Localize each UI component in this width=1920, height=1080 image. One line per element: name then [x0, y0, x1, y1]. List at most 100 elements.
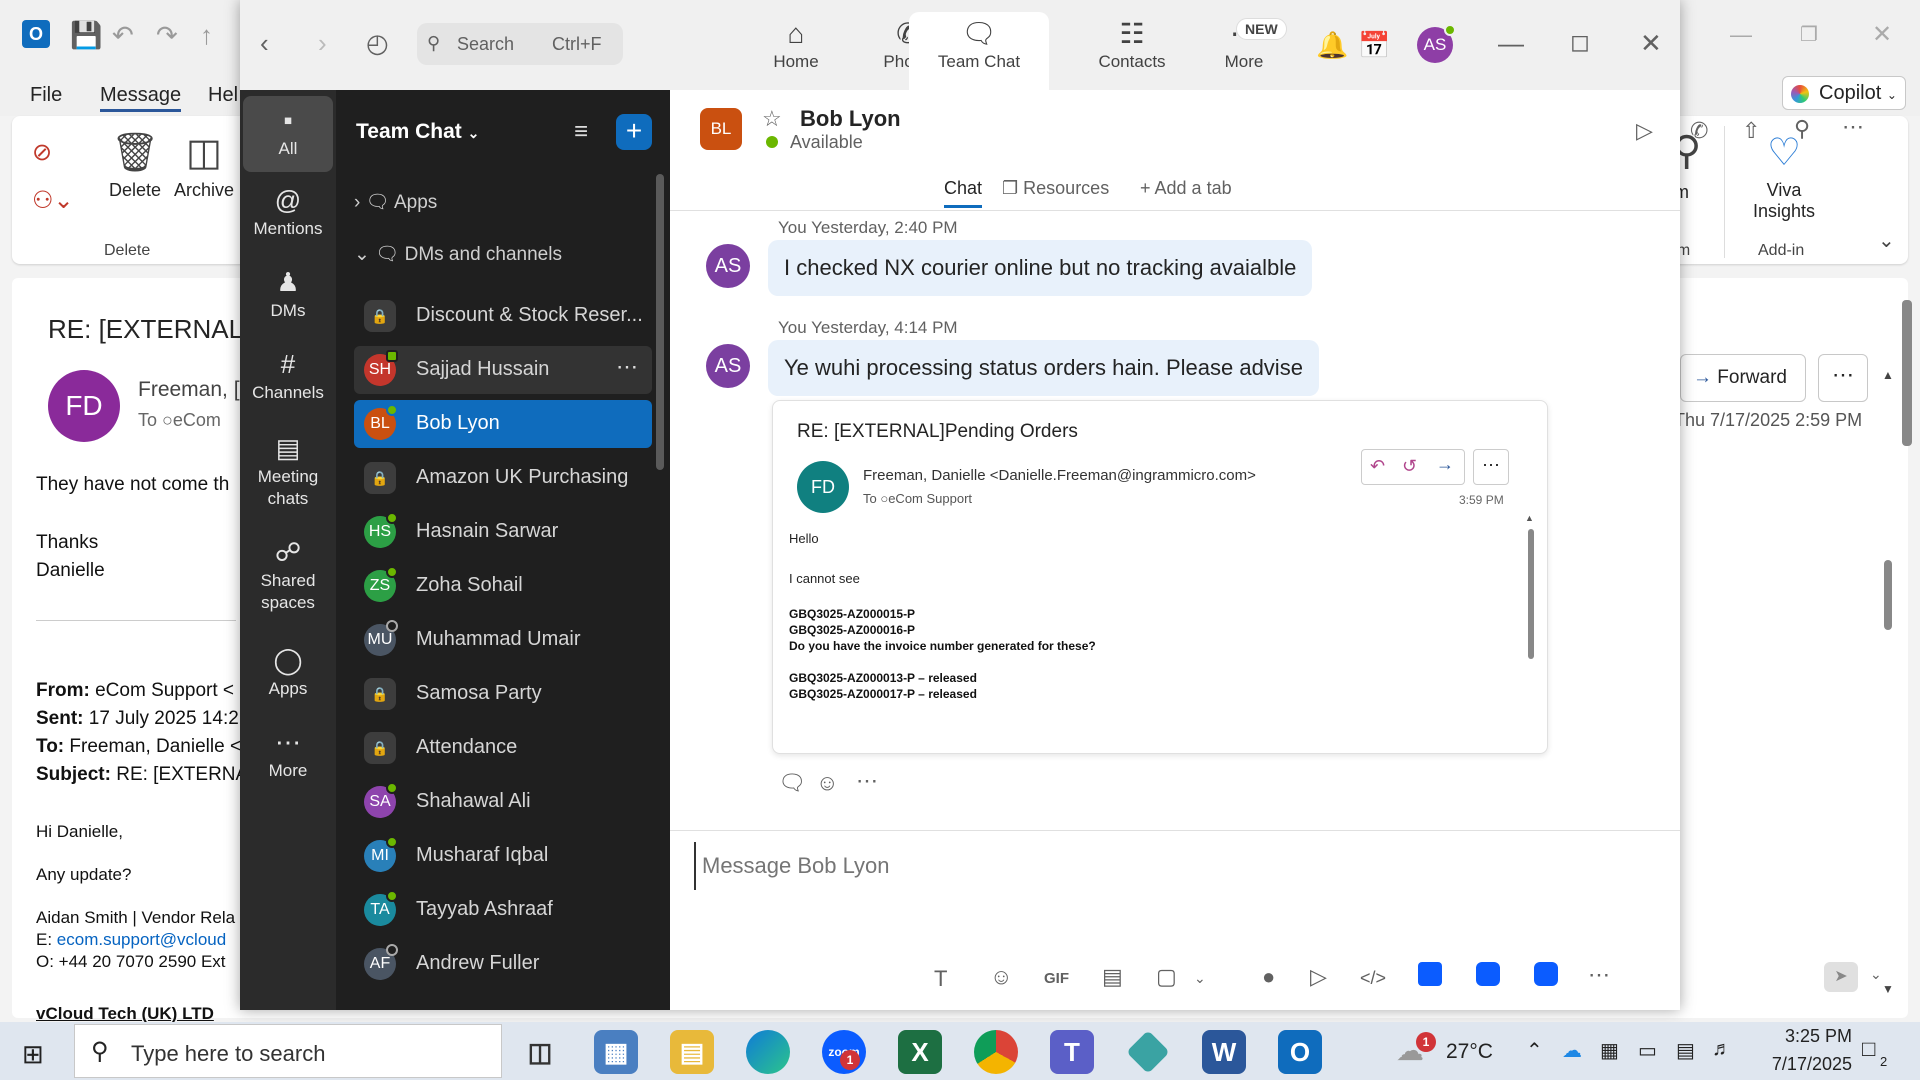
- card-more-button[interactable]: ⋯: [1473, 449, 1509, 485]
- chat-list-item[interactable]: HS Hasnain Sarwar: [354, 508, 652, 556]
- menu-file[interactable]: File: [30, 84, 62, 107]
- chrome-icon[interactable]: [974, 1030, 1018, 1074]
- notification-icon[interactable]: □: [1862, 1036, 1875, 1062]
- chat-list-item[interactable]: ZS Zoha Sohail: [354, 562, 652, 610]
- calculator-icon[interactable]: ▦: [594, 1030, 638, 1074]
- more-tools-icon[interactable]: ⋯: [1588, 962, 1610, 988]
- add-reaction-icon[interactable]: ☺: [816, 770, 838, 796]
- copilot-button[interactable]: Copilot ⌄: [1782, 76, 1906, 110]
- restore-icon[interactable]: ❐: [1800, 22, 1818, 47]
- more-options-icon[interactable]: ⋯: [1842, 114, 1864, 140]
- back-icon[interactable]: ‹: [260, 28, 269, 59]
- tab-team-chat[interactable]: 🗨 Team Chat: [909, 12, 1049, 90]
- rail-meeting-chats[interactable]: ▤ Meeting chats: [243, 430, 333, 520]
- screenshot-dropdown-icon[interactable]: ⌄: [1194, 970, 1206, 987]
- rail-apps[interactable]: ◯ Apps: [243, 642, 333, 716]
- chat-list-item[interactable]: AF Andrew Fuller: [354, 940, 652, 988]
- tab-resources[interactable]: ❐ Resources: [1002, 178, 1109, 199]
- redo-icon[interactable]: ↷: [156, 20, 178, 51]
- conversation-scrollbar[interactable]: [1902, 300, 1912, 446]
- collapse-ribbon-icon[interactable]: ⌄: [1878, 228, 1895, 253]
- ignore-icon[interactable]: ⊘: [32, 138, 52, 167]
- add-tab-button[interactable]: + Add a tab: [1140, 178, 1232, 199]
- chat-list-item[interactable]: MI Musharaf Iqbal: [354, 832, 652, 880]
- rail-more[interactable]: ⋯ More: [243, 724, 333, 798]
- shared-email-card[interactable]: RE: [EXTERNAL]Pending Orders FD Freeman,…: [772, 400, 1548, 754]
- phone-icon[interactable]: ✆: [1690, 118, 1708, 144]
- video-message-icon[interactable]: ▷: [1310, 964, 1327, 990]
- onedrive-icon[interactable]: ☁: [1562, 1038, 1582, 1063]
- file-explorer-icon[interactable]: ▤: [670, 1030, 714, 1074]
- rail-mentions[interactable]: @ Mentions: [243, 182, 333, 256]
- clock-date[interactable]: 7/17/2025: [1756, 1054, 1852, 1075]
- gif-icon[interactable]: GIF: [1044, 970, 1069, 987]
- clock-time[interactable]: 3:25 PM: [1756, 1026, 1852, 1047]
- chat-list-item[interactable]: TA Tayyab Ashraaf: [354, 886, 652, 934]
- message-bubble[interactable]: Ye wuhi processing status orders hain. P…: [768, 340, 1319, 396]
- task-view-icon[interactable]: ◫: [518, 1030, 562, 1074]
- star-icon[interactable]: ☆: [762, 106, 782, 132]
- archive-button[interactable]: ◫ Archive: [164, 126, 244, 201]
- card-scroll-thumb[interactable]: [1528, 529, 1534, 659]
- tab-contacts[interactable]: ☷ Contacts: [1074, 12, 1190, 90]
- rail-all[interactable]: ▪ All: [243, 96, 333, 172]
- send-options-icon[interactable]: ⌄: [1870, 966, 1882, 983]
- rail-shared-spaces[interactable]: ☍ Shared spaces: [243, 534, 333, 624]
- microphone-icon[interactable]: ●: [1262, 964, 1275, 990]
- weather-temp[interactable]: 27°C: [1446, 1040, 1493, 1064]
- undo-icon[interactable]: ↶: [112, 20, 134, 51]
- reply-icon[interactable]: ↶: [1370, 456, 1385, 477]
- word-icon[interactable]: W: [1202, 1030, 1246, 1074]
- delete-button[interactable]: 🗑 Delete: [98, 126, 172, 201]
- rail-channels[interactable]: # Channels: [243, 346, 333, 420]
- forward-icon[interactable]: →: [1436, 454, 1454, 475]
- bell-icon[interactable]: 🔔: [1316, 30, 1348, 61]
- reading-scrollbar[interactable]: ▲ ▼: [1882, 368, 1894, 1008]
- filter-icon[interactable]: ≡: [574, 118, 588, 146]
- close-icon[interactable]: ✕: [1640, 28, 1662, 59]
- new-chat-button[interactable]: +: [616, 114, 652, 150]
- screenshot-icon[interactable]: ▢: [1156, 964, 1177, 990]
- chat-list-item[interactable]: BL Bob Lyon: [354, 400, 652, 448]
- card-scrollbar[interactable]: ▲: [1525, 513, 1537, 739]
- chat-list-item[interactable]: 🔒 Amazon UK Purchasing: [354, 454, 652, 502]
- minimize-icon[interactable]: —: [1498, 28, 1524, 59]
- section-apps[interactable]: › 🗨 Apps: [354, 190, 437, 214]
- chat-list-item[interactable]: 🔒 Samosa Party: [354, 670, 652, 718]
- format-icon[interactable]: T: [934, 966, 947, 992]
- search-box[interactable]: ⚲ Search Ctrl+F: [417, 23, 623, 65]
- block-sender-icon[interactable]: ⚇⌄: [32, 186, 74, 215]
- tab-home[interactable]: ⌂ Home: [738, 12, 854, 90]
- taskbar-search[interactable]: ⚲ Type here to search: [74, 1024, 502, 1078]
- more-message-actions-icon[interactable]: ⋯: [856, 768, 878, 794]
- menu-message[interactable]: Message: [100, 84, 182, 112]
- message-bubble[interactable]: I checked NX courier online but no track…: [768, 240, 1313, 296]
- history-icon[interactable]: ◴: [366, 28, 389, 59]
- docs-app-icon[interactable]: [1418, 962, 1442, 986]
- emoji-icon[interactable]: ☺: [990, 964, 1012, 990]
- whiteboard-app-icon[interactable]: [1476, 962, 1500, 986]
- forward-icon[interactable]: ›: [318, 28, 327, 59]
- battery-icon[interactable]: ▭: [1638, 1038, 1657, 1063]
- tray-chevron-icon[interactable]: ⌃: [1526, 1038, 1543, 1063]
- up-arrow-icon[interactable]: ↑: [200, 20, 213, 51]
- chat-list-item[interactable]: 🔒 Discount & Stock Reser...: [354, 292, 652, 340]
- email-link[interactable]: ecom.support@vcloud: [57, 930, 226, 949]
- chat-more-icon[interactable]: ⋯: [616, 354, 638, 380]
- excel-icon[interactable]: X: [898, 1030, 942, 1074]
- maximize-icon[interactable]: ◻: [1570, 28, 1590, 57]
- calendar-icon[interactable]: 📅: [1358, 30, 1390, 61]
- code-icon[interactable]: </>: [1360, 968, 1386, 989]
- network-icon[interactable]: ▤: [1676, 1038, 1695, 1063]
- menu-help[interactable]: Hel: [208, 84, 238, 107]
- section-dms[interactable]: ⌄ 🗨 DMs and channels: [354, 242, 562, 266]
- chat-list-title[interactable]: Team Chat ⌄: [356, 120, 479, 144]
- defender-icon[interactable]: ▦: [1600, 1038, 1619, 1063]
- chat-list-item[interactable]: 🔒 Attendance: [354, 724, 652, 772]
- close-icon[interactable]: ✕: [1872, 20, 1892, 49]
- forward-button[interactable]: → Forward: [1680, 354, 1806, 402]
- scheduler-app-icon[interactable]: [1534, 962, 1558, 986]
- outlook-taskbar-icon[interactable]: O: [1278, 1030, 1322, 1074]
- message-input[interactable]: [694, 842, 1654, 890]
- tab-more[interactable]: ⋯ More NEW: [1186, 12, 1302, 90]
